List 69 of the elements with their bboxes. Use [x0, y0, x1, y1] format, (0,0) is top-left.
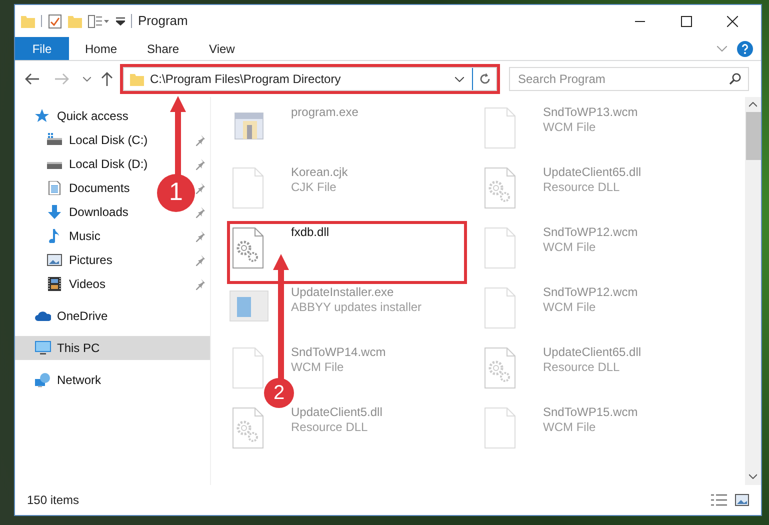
close-icon: [726, 16, 738, 26]
help-icon[interactable]: [737, 40, 753, 56]
large-icons-view-icon[interactable]: [735, 494, 749, 506]
file-tab[interactable]: File: [15, 37, 69, 60]
minimize-icon: [635, 20, 645, 22]
customize-toolbar-icon[interactable]: [116, 16, 125, 26]
recent-locations-icon[interactable]: [83, 76, 91, 82]
scrollbar-thumb[interactable]: [746, 112, 760, 160]
search-field[interactable]: Search Program: [509, 67, 749, 91]
file-type: WCM File: [291, 360, 345, 375]
folder-icon: [130, 72, 144, 86]
film-icon: [47, 277, 63, 291]
selected-navigation-row[interactable]: This PC: [15, 336, 210, 360]
back-arrow-icon[interactable]: [25, 73, 39, 85]
item-count: 150 items: [27, 492, 80, 509]
navigation-item[interactable]: Documents: [47, 179, 130, 197]
navigation-item[interactable]: Music: [47, 227, 100, 245]
file-type: Resource DLL: [291, 420, 369, 435]
navigation-item[interactable]: Pictures: [47, 251, 112, 269]
drive-icon: [47, 133, 63, 147]
expand-ribbon-icon[interactable]: [717, 46, 727, 52]
pin-icon[interactable]: [196, 182, 206, 194]
file-type: WCM File: [543, 240, 597, 255]
view-options-icon[interactable]: [88, 14, 110, 28]
scrollbar[interactable]: [745, 97, 761, 485]
file-type: WCM File: [543, 120, 597, 135]
details-view-icon[interactable]: [711, 494, 727, 506]
navigation-item[interactable]: Local Disk (C:): [47, 131, 148, 149]
document-icon: [47, 181, 63, 195]
refresh-icon: [478, 73, 490, 85]
highlighted-file-item[interactable]: fxdb.dll: [229, 223, 465, 282]
download-arrow-icon: [47, 205, 63, 219]
cloud-icon: [35, 309, 51, 323]
navigation-item[interactable]: Downloads: [47, 203, 128, 221]
scroll-up-icon[interactable]: [749, 102, 757, 107]
file-type: WCM File: [543, 420, 597, 435]
pin-icon[interactable]: [196, 230, 206, 242]
monitor-icon: [35, 341, 51, 355]
file-name[interactable]: fxdb.dll: [291, 225, 330, 240]
ribbon-tab[interactable]: View: [195, 37, 249, 60]
ribbon-tab[interactable]: Home: [71, 37, 132, 60]
navigation-item[interactable]: OneDrive: [35, 307, 108, 325]
properties-icon[interactable]: [48, 14, 62, 28]
file-type: CJK File: [291, 180, 338, 195]
dropdown-caret-icon[interactable]: [455, 76, 464, 82]
pin-icon[interactable]: [196, 278, 206, 290]
up-arrow-icon[interactable]: [101, 72, 113, 86]
network-icon: [35, 373, 51, 387]
scroll-down-icon[interactable]: [749, 474, 757, 479]
maximize-icon: [680, 16, 692, 26]
window-title: Program: [138, 12, 188, 30]
pin-icon[interactable]: [196, 206, 206, 218]
file-type: ABBYY updates installer: [291, 300, 422, 315]
pin-icon[interactable]: [196, 254, 206, 266]
navigation-item[interactable]: Quick access: [35, 107, 128, 125]
pin-icon[interactable]: [196, 134, 206, 146]
search-icon: [729, 73, 741, 85]
navigation-item[interactable]: Videos: [47, 275, 106, 293]
picture-icon: [47, 253, 63, 267]
navigation-item[interactable]: Local Disk (D:): [47, 155, 148, 173]
file-type: Resource DLL: [543, 360, 621, 375]
navigation-item[interactable]: This PC: [35, 339, 100, 357]
ribbon-tab[interactable]: Share: [133, 37, 194, 60]
star-icon: [35, 109, 51, 123]
navigation-item[interactable]: Network: [35, 371, 102, 389]
pin-icon[interactable]: [196, 158, 206, 170]
file-type: Resource DLL: [543, 180, 621, 195]
file-type: WCM File: [543, 300, 597, 315]
address-bar[interactable]: C:\Program Files\Program Directory: [123, 67, 497, 91]
